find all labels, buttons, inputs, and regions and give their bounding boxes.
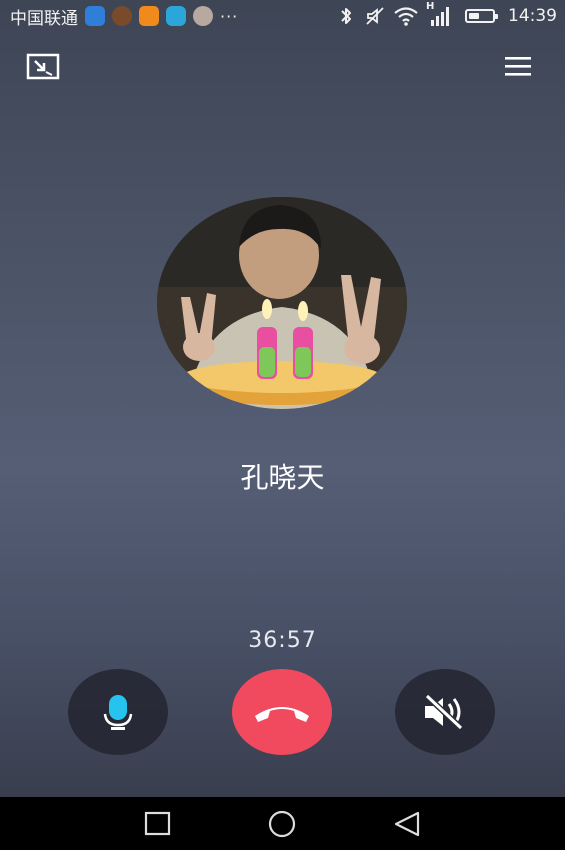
- app-icon-2: [112, 6, 132, 26]
- hangup-button[interactable]: [232, 669, 332, 755]
- carrier-label: 中国联通: [10, 8, 78, 29]
- speaker-muted-icon: [424, 693, 464, 731]
- navigation-bar: [0, 797, 565, 850]
- signal-icon: H: [426, 1, 452, 27]
- wifi-icon: [394, 7, 418, 26]
- app-icon-4: [166, 6, 186, 26]
- bluetooth-icon: [341, 8, 351, 24]
- status-bar-left: 中国联通 ···: [10, 4, 238, 29]
- recent-apps-button[interactable]: [143, 810, 173, 838]
- mute-microphone-button[interactable]: [68, 669, 168, 755]
- status-bar: 中国联通 ··· H 14:39: [0, 0, 565, 32]
- microphone-icon: [103, 695, 133, 730]
- back-button[interactable]: [392, 810, 422, 838]
- recent-apps-icon: [144, 811, 171, 836]
- home-icon: [268, 810, 296, 838]
- silent-icon: [366, 7, 384, 25]
- app-icon-3: [139, 6, 159, 26]
- call-duration: 36:57: [248, 628, 317, 653]
- minimize-button[interactable]: [26, 52, 62, 82]
- contact-avatar-photo: [157, 197, 407, 409]
- minimize-window-icon: [26, 53, 60, 80]
- status-bar-right: H 14:39: [335, 1, 557, 27]
- back-icon: [394, 811, 420, 837]
- menu-icon: [505, 57, 531, 76]
- battery-icon: [465, 9, 498, 23]
- home-button[interactable]: [267, 810, 297, 838]
- menu-button[interactable]: [501, 52, 537, 82]
- battery-level: [469, 13, 479, 19]
- speaker-toggle-button[interactable]: [395, 669, 495, 755]
- app-icon-5: [193, 6, 213, 26]
- contact-avatar: [157, 197, 407, 409]
- status-time: 14:39: [508, 6, 557, 26]
- app-icon-1: [85, 6, 105, 26]
- contact-name: 孔晓天: [240, 461, 325, 494]
- overflow-indicator: ···: [220, 6, 239, 26]
- hangup-phone-icon: [255, 707, 309, 722]
